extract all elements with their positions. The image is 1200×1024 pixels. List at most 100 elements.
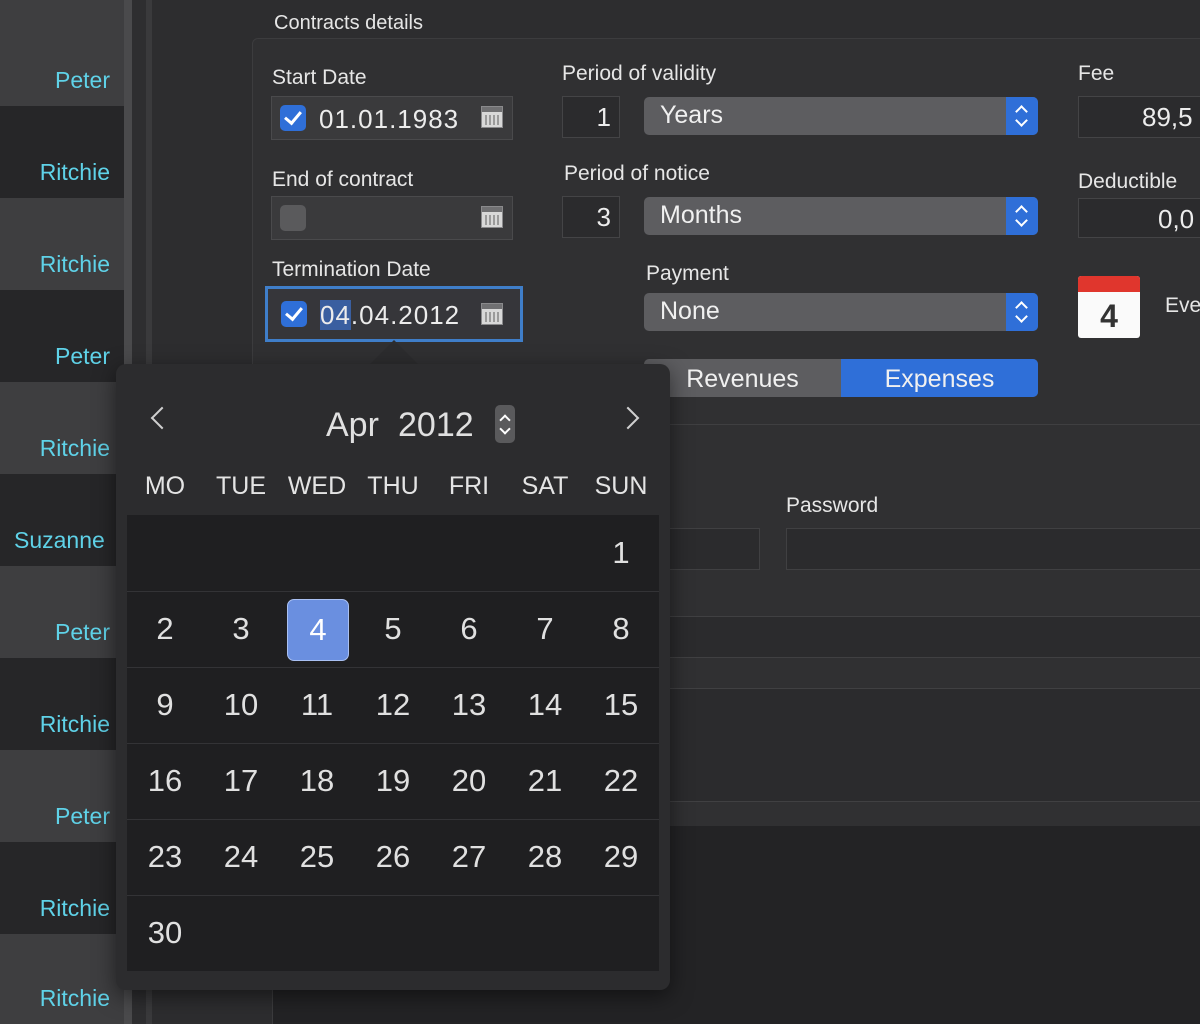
weekday-header: FRI [448,472,490,500]
calendar-day[interactable]: 6 [431,591,507,667]
calendar-day[interactable]: 15 [583,667,659,743]
list-item[interactable]: Ritchie [0,658,124,750]
chevron-right-icon[interactable] [616,406,640,430]
calendar-day[interactable]: 8 [583,591,659,667]
calendar-day[interactable]: 5 [355,591,431,667]
year-stepper[interactable] [495,405,515,443]
validity-number-field[interactable]: 1 [562,96,620,138]
contact-name: Peter [55,619,110,645]
list-item[interactable]: Peter [0,750,124,842]
payment-value: None [660,297,720,325]
payment-popup[interactable]: None [644,293,1038,331]
list-item[interactable]: Ritchie [0,842,124,934]
calendar-day[interactable]: 20 [431,743,507,819]
calendar-day[interactable]: 26 [355,819,431,895]
calendar-day[interactable]: 30 [127,895,203,971]
list-item[interactable]: Ritchie [0,934,124,1024]
notice-unit-value: Months [660,201,742,229]
calendar-day[interactable]: 22 [583,743,659,819]
weekday-header: TUE [216,472,266,500]
calendar-day-selected[interactable]: 4 [279,591,355,667]
calendar-icon[interactable] [481,206,503,228]
weekday-header: SUN [594,472,648,500]
calendar-day[interactable]: 25 [279,819,355,895]
revenue-expense-segmented-control[interactable]: Revenues Expenses [644,359,1038,397]
deductible-label: Deductible [1078,170,1178,193]
termination-date-checkbox[interactable] [281,301,307,327]
calendar-day[interactable]: 27 [431,819,507,895]
calendar-event-icon[interactable]: 4 [1078,276,1140,338]
grid-divider [127,895,659,896]
chevron-left-icon[interactable] [150,406,174,430]
calendar-day[interactable]: 28 [507,819,583,895]
list-item[interactable]: Peter [0,290,124,382]
list-item[interactable]: Suzanne [0,474,124,566]
contact-name: Suzanne [14,527,105,553]
contact-name: Ritchie [39,159,110,185]
weekday-header: MO [144,472,186,500]
contact-name: Ritchie [39,985,110,1011]
end-of-contract-checkbox[interactable] [280,205,306,231]
period-of-notice-label: Period of notice [564,162,710,185]
start-date-label: Start Date [272,66,367,89]
notice-unit-popup[interactable]: Months [644,197,1038,235]
start-date-checkbox[interactable] [280,105,306,131]
termination-date-value[interactable]: 04.04.2012 [320,300,460,331]
contact-name: Ritchie [39,895,110,921]
calendar-day[interactable]: 19 [355,743,431,819]
list-item[interactable]: Ritchie [0,382,124,474]
calendar-day[interactable]: 21 [507,743,583,819]
selected-day-label: 4 [287,599,349,661]
calendar-day[interactable]: 17 [203,743,279,819]
fee-field[interactable]: 89,5 [1078,96,1200,138]
calendar-icon[interactable] [481,303,503,325]
calendar-day[interactable]: 10 [203,667,279,743]
list-item[interactable]: Peter [0,566,124,658]
calendar-day[interactable]: 14 [507,667,583,743]
segment-revenues[interactable]: Revenues [644,359,841,397]
start-date-field[interactable]: 01.01.1983 [271,96,513,140]
text-field[interactable] [650,616,1200,658]
calendar-day[interactable]: 24 [203,819,279,895]
popover-arrow [370,340,418,364]
calendar-day[interactable]: 12 [355,667,431,743]
calendar-day[interactable]: 29 [583,819,659,895]
calendar-day[interactable]: 13 [431,667,507,743]
contact-name: Ritchie [39,711,110,737]
weekday-header: SAT [521,472,569,500]
termination-date-field[interactable]: 04.04.2012 [265,286,523,342]
calendar-icon[interactable] [481,106,503,128]
calendar-day[interactable]: 11 [279,667,355,743]
weekday-header: WED [287,472,347,500]
event-label: Eve [1165,294,1200,317]
event-icon-day: 4 [1100,298,1118,334]
notice-number-field[interactable]: 3 [562,196,620,238]
list-item[interactable]: Ritchie [0,106,124,198]
deductible-field[interactable]: 0,0 [1078,198,1200,238]
list-item[interactable]: Peter [0,0,124,106]
contact-list: Peter Ritchie Ritchie Peter Ritchie Suzanne Pe… [0,0,124,1024]
calendar-year: 2012 [398,406,474,444]
calendar-day[interactable]: 7 [507,591,583,667]
popup-stepper-icon [1006,197,1038,235]
popup-stepper-icon [1006,293,1038,331]
calendar-day[interactable]: 3 [203,591,279,667]
termination-day-segment[interactable]: 04 [320,300,351,330]
segment-expenses[interactable]: Expenses [841,359,1038,397]
password-field[interactable] [786,528,1200,570]
list-item[interactable]: Ritchie [0,198,124,290]
calendar-day[interactable]: 18 [279,743,355,819]
end-of-contract-field[interactable] [271,196,513,240]
notes-field[interactable] [650,688,1200,802]
weekday-header: THU [367,472,419,500]
validity-unit-popup[interactable]: Years [644,97,1038,135]
calendar-day[interactable]: 1 [583,515,659,591]
termination-date-label: Termination Date [272,258,431,281]
contact-name: Peter [55,67,110,93]
calendar-day[interactable]: 23 [127,819,203,895]
calendar-day[interactable]: 9 [127,667,203,743]
contact-name: Ritchie [39,251,110,277]
calendar-day[interactable]: 16 [127,743,203,819]
calendar-day[interactable]: 2 [127,591,203,667]
contact-name: Ritchie [39,435,110,461]
